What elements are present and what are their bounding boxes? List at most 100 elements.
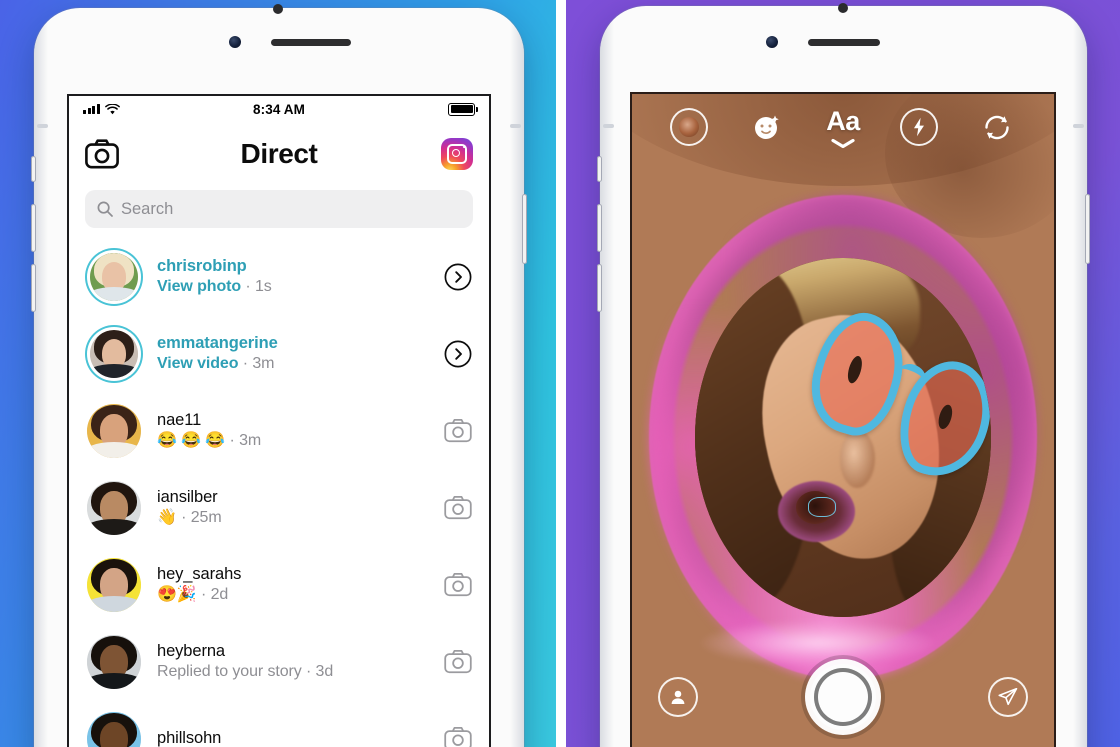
proximity-sensor bbox=[273, 4, 283, 14]
mute-switch-right[interactable] bbox=[597, 156, 602, 182]
flash-icon[interactable] bbox=[900, 108, 938, 146]
conversation-preview: 👋 · 25m bbox=[157, 508, 222, 526]
conversation-list[interactable]: chrisrobinp View photo · 1s emmatangerine V… bbox=[69, 238, 489, 747]
conversation-action[interactable] bbox=[443, 339, 473, 369]
volume-down-button-right[interactable] bbox=[597, 264, 602, 312]
conversation-row[interactable]: emmatangerine View video · 3m bbox=[69, 315, 489, 392]
conversation-username: emmatangerine bbox=[157, 333, 278, 352]
camera-outline-icon[interactable] bbox=[444, 418, 472, 443]
chevron-right-circle-icon[interactable] bbox=[444, 263, 472, 291]
direct-header: Direct bbox=[69, 122, 489, 186]
avatar[interactable] bbox=[87, 711, 141, 747]
conversation-text: iansilber 👋 · 25m bbox=[157, 487, 443, 529]
conversation-action[interactable] bbox=[443, 647, 473, 677]
antenna-band bbox=[37, 124, 48, 128]
page-title: Direct bbox=[240, 138, 318, 169]
avatar[interactable] bbox=[87, 327, 141, 381]
left-eye bbox=[846, 354, 866, 385]
antenna-band-right-phone-2 bbox=[1073, 124, 1084, 128]
instagram-logo-icon[interactable] bbox=[441, 138, 473, 170]
text-tool-icon[interactable]: Aa bbox=[826, 108, 860, 149]
send-paper-plane-icon[interactable] bbox=[988, 677, 1028, 717]
status-bar-right bbox=[448, 102, 478, 116]
search-input[interactable]: Search bbox=[85, 190, 473, 228]
status-bar-clock: 8:34 AM bbox=[253, 101, 305, 117]
right-eye bbox=[936, 403, 955, 431]
conversation-username: phillsohn bbox=[157, 728, 222, 747]
volume-down-button[interactable] bbox=[31, 264, 36, 312]
text-tool-label: Aa bbox=[826, 106, 860, 136]
conversation-text: chrisrobinp View photo · 1s bbox=[157, 256, 443, 298]
avatar[interactable] bbox=[87, 634, 141, 689]
power-button[interactable] bbox=[522, 194, 527, 264]
camera-outline-icon[interactable] bbox=[444, 649, 472, 674]
conversation-preview: Replied to your story · 3d bbox=[157, 662, 334, 680]
camera-top-toolbar: Aa bbox=[632, 108, 1054, 149]
conversation-row[interactable]: chrisrobinp View photo · 1s bbox=[69, 238, 489, 315]
panel-divider bbox=[556, 0, 566, 747]
gallery-person-icon[interactable] bbox=[658, 677, 698, 717]
ar-filter-photo bbox=[632, 94, 1054, 747]
avatar[interactable] bbox=[87, 480, 141, 535]
front-camera-right bbox=[766, 36, 778, 48]
conversation-row[interactable]: hey_sarahs 😍🎉 · 2d bbox=[69, 546, 489, 623]
conversation-text: emmatangerine View video · 3m bbox=[157, 333, 443, 375]
inner-mouth-face bbox=[695, 257, 991, 618]
lips-gloss-highlight bbox=[699, 620, 936, 667]
camera-outline-icon[interactable] bbox=[444, 572, 472, 597]
search-icon bbox=[97, 201, 113, 217]
instagram-direct-screen: 8:34 AM Direct Search chrisrobinp View p… bbox=[67, 94, 491, 747]
conversation-row[interactable]: heyberna Replied to your story · 3d bbox=[69, 623, 489, 700]
conversation-text: phillsohn bbox=[157, 728, 443, 747]
chevron-down-icon[interactable] bbox=[830, 137, 856, 149]
conversation-username: hey_sarahs bbox=[157, 564, 242, 583]
camera-bottom-toolbar bbox=[632, 664, 1054, 730]
instagram-camera-screen: Aa bbox=[630, 92, 1056, 747]
conversation-preview: View photo · 1s bbox=[157, 277, 272, 295]
search-placeholder: Search bbox=[121, 199, 174, 218]
conversation-row[interactable]: iansilber 👋 · 25m bbox=[69, 469, 489, 546]
antenna-band-right bbox=[510, 124, 521, 128]
conversation-text: heyberna Replied to your story · 3d bbox=[157, 641, 443, 683]
conversation-action[interactable] bbox=[443, 416, 473, 446]
antenna-band-right-phone bbox=[603, 124, 614, 128]
avatar[interactable] bbox=[87, 403, 141, 458]
conversation-preview: 😍🎉 · 2d bbox=[157, 585, 229, 603]
front-camera bbox=[229, 36, 241, 48]
battery-full-icon bbox=[448, 102, 478, 116]
proximity-sensor-right bbox=[838, 3, 848, 13]
sparkle-face-icon[interactable] bbox=[748, 108, 786, 146]
nested-tiny-glasses-icon bbox=[807, 496, 837, 517]
camera-outline-icon[interactable] bbox=[444, 726, 472, 747]
camera-outline-icon[interactable] bbox=[444, 495, 472, 520]
volume-up-button-right[interactable] bbox=[597, 204, 602, 252]
conversation-text: hey_sarahs 😍🎉 · 2d bbox=[157, 564, 443, 606]
conversation-preview: View video · 3m bbox=[157, 354, 275, 372]
earpiece-speaker bbox=[271, 39, 351, 46]
chevron-right-circle-icon[interactable] bbox=[444, 340, 472, 368]
conversation-action[interactable] bbox=[443, 570, 473, 600]
volume-up-button[interactable] bbox=[31, 204, 36, 252]
conversation-preview: 😂 😂 😂 · 3m bbox=[157, 431, 262, 449]
earpiece-speaker-right bbox=[808, 39, 880, 46]
conversation-action[interactable] bbox=[443, 493, 473, 523]
conversation-row[interactable]: phillsohn bbox=[69, 700, 489, 747]
conversation-action[interactable] bbox=[443, 262, 473, 292]
power-button-right[interactable] bbox=[1085, 194, 1090, 264]
shutter-button[interactable] bbox=[810, 664, 876, 730]
avatar[interactable] bbox=[87, 250, 141, 304]
search-container: Search bbox=[69, 186, 489, 238]
avatar[interactable] bbox=[87, 557, 141, 612]
conversation-action[interactable] bbox=[443, 724, 473, 747]
mute-switch[interactable] bbox=[31, 156, 36, 182]
screenshot-stage: 8:34 AM Direct Search chrisrobinp View p… bbox=[0, 0, 1120, 747]
effects-face-icon[interactable] bbox=[670, 108, 708, 146]
conversation-username: nae11 bbox=[157, 410, 202, 429]
conversation-text: nae11 😂 😂 😂 · 3m bbox=[157, 410, 443, 452]
conversation-username: iansilber bbox=[157, 487, 218, 506]
conversation-row[interactable]: nae11 😂 😂 😂 · 3m bbox=[69, 392, 489, 469]
status-bar: 8:34 AM bbox=[69, 96, 489, 122]
flip-camera-icon[interactable] bbox=[978, 108, 1016, 146]
conversation-username: chrisrobinp bbox=[157, 256, 247, 275]
camera-icon[interactable] bbox=[85, 139, 119, 169]
